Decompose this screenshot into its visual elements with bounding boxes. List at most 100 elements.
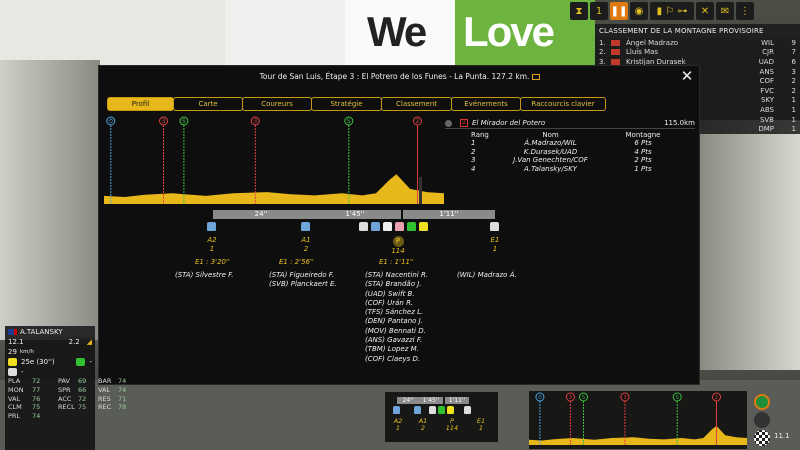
rider-entry[interactable]: (DEN) Pantano J.	[365, 317, 428, 326]
header-points: Montagne	[625, 131, 661, 139]
tab-raccourcis-clavier[interactable]: Raccourcis clavier	[520, 97, 606, 111]
summit-rank: 2	[471, 147, 476, 156]
mountain-team: WIL	[761, 38, 774, 47]
mountain-points: 1	[791, 96, 796, 105]
rider-entry[interactable]: (STA) Nacentini R.	[365, 271, 428, 280]
rider-entry[interactable]: (STA) Figueiredo F.	[269, 271, 337, 280]
group-jerseys-p	[359, 222, 428, 231]
group-jerseys-a1	[301, 222, 310, 231]
mountain-points: 3	[791, 67, 796, 76]
mountain-team: DMP	[758, 125, 774, 134]
summit-pts: 1 Pts	[634, 164, 652, 173]
eye-icon[interactable]: ◉	[630, 2, 648, 20]
mail-icon[interactable]: ✉	[716, 2, 734, 20]
rider-entry[interactable]: (SVB) Planckaert E.	[269, 280, 337, 289]
stat-value: 74	[32, 412, 41, 421]
mountain-rider: Lluís Mas	[626, 48, 659, 57]
stat-key: ACC	[58, 394, 72, 403]
summit-rank: 3	[471, 156, 476, 165]
rider-entry[interactable]: (MOV) Bennati D.	[365, 327, 428, 336]
rider-entry[interactable]: (TFS) Sánchez L.	[365, 308, 428, 317]
jersey-icon	[207, 222, 216, 231]
stat-key: VAL	[8, 394, 21, 403]
tab-strat-gie[interactable]: Stratégie	[311, 97, 382, 111]
mountain-points: 6	[791, 57, 796, 66]
stat-key: PLA	[8, 377, 21, 385]
group-label-p[interactable]: P 114	[385, 236, 411, 256]
white-jersey-icon	[8, 368, 17, 376]
mountain-row[interactable]: 2. Lluís Mas CJR 7	[595, 48, 800, 58]
tab-classement[interactable]: Classement	[381, 97, 452, 111]
group-riders-a2: (STA) Silvestre F.	[175, 271, 234, 280]
jersey-icon	[8, 358, 17, 366]
stat-key: RES	[98, 394, 111, 403]
mountain-team: ANS	[759, 67, 774, 76]
mini-gap-bar-3: 1'11''	[445, 397, 469, 404]
menu-icon[interactable]: ⋮	[736, 2, 754, 20]
tab-carte[interactable]: Carte	[173, 97, 243, 111]
jersey-icon	[490, 222, 499, 231]
group-time-a2: E1 : 3'20''	[195, 258, 230, 266]
mini-profile-panel[interactable]: ⏱ 3 S 3 S 2	[529, 391, 747, 449]
summit-pts: 2 Pts	[634, 156, 652, 165]
close-button[interactable]: ✕	[679, 68, 695, 84]
mountain-points: 2	[791, 77, 796, 86]
rider-entry[interactable]: (COF) Urán R.	[365, 299, 428, 308]
finish-flag-icon[interactable]	[754, 430, 770, 446]
tab-profil[interactable]: Profil	[107, 97, 174, 111]
finish-marker	[419, 177, 422, 204]
rider-entry[interactable]: (STA) Silvestre F.	[175, 271, 234, 280]
rider-name: A.TALANSKY	[20, 327, 63, 336]
jersey-icon	[438, 406, 445, 414]
jersey-icon	[371, 222, 380, 231]
rider-entry[interactable]: (STA) Brandão J.	[365, 280, 428, 289]
pause-button[interactable]: ❚❚	[610, 2, 628, 20]
speed-1-button[interactable]: 1	[590, 2, 608, 20]
mountain-team: SVB	[759, 115, 774, 124]
group-label-e1[interactable]: E1 1	[482, 236, 508, 254]
hourglass-icon[interactable]: ⧗	[570, 2, 588, 20]
jersey-icon	[393, 406, 400, 414]
summit-km: 115.0km	[664, 119, 695, 127]
marker-label: S	[582, 395, 585, 401]
mountain-rank: 2.	[599, 48, 606, 57]
stat-key: SPR	[58, 385, 71, 394]
stat-key: MON	[8, 385, 24, 394]
summit-pts: 6 Pts	[634, 139, 652, 148]
stat-value: 78	[118, 403, 127, 412]
rider-entry[interactable]: (ANS) Gavazzi F.	[365, 336, 428, 345]
sprint-icon[interactable]	[754, 394, 770, 410]
jersey-icon	[419, 222, 428, 231]
mountain-row[interactable]: 1. Ángel Madrazo WIL 9	[595, 38, 800, 48]
climb-icon[interactable]	[754, 412, 770, 428]
group-label-a1[interactable]: A1 2	[293, 236, 319, 254]
jersey-icon	[383, 222, 392, 231]
group-label-a2[interactable]: A2 1	[199, 236, 225, 254]
summit-name: El Mirador del Potero	[472, 119, 546, 127]
rider-card[interactable]: A.TALANSKY 12.1 2.2 ◢ 29 km/h 25e (30'')…	[5, 326, 126, 450]
mountain-team: ABS	[760, 105, 774, 114]
camera-controls[interactable]: ▮ ⚐ ⊶	[650, 2, 694, 20]
gap-bar-1: 24''	[213, 210, 309, 219]
tab-ev-nements[interactable]: Evénements	[451, 97, 521, 111]
summit-panel: 2 El Mirador del Potero 115.0km Rang Nom…	[445, 118, 695, 173]
gap-bar-2: 1'45''	[309, 210, 401, 219]
gradient-icon: ◢	[86, 338, 92, 346]
marker-label: S	[676, 395, 679, 401]
stat-value: 77	[32, 385, 41, 394]
stat-key: BAR	[98, 377, 112, 385]
rider-entry[interactable]: (UAD) Swift B.	[365, 290, 428, 299]
rider-entry[interactable]: (COF) Claeys D.	[365, 355, 428, 364]
marker-label: 3	[253, 118, 257, 125]
rider-entry[interactable]: (WIL) Madrazo Á.	[457, 271, 517, 280]
rider-entry[interactable]: (TBM) Lopez M.	[365, 345, 428, 354]
tools-icon[interactable]: ✕	[696, 2, 714, 20]
profile-area	[104, 174, 444, 204]
stat-value: 72	[32, 377, 41, 385]
group-time-p: E1 : 1'11''	[379, 258, 414, 266]
mini-gap-bar-1: 24''	[397, 397, 419, 404]
stat-key: PAV	[58, 377, 70, 385]
tab-coureurs[interactable]: Coureurs	[242, 97, 312, 111]
mini-groups-panel[interactable]: 24'' 1'45'' 1'11'' A2 1 A1 2 P 114 E1 1	[385, 392, 498, 442]
summit-toggle[interactable]	[445, 119, 452, 127]
